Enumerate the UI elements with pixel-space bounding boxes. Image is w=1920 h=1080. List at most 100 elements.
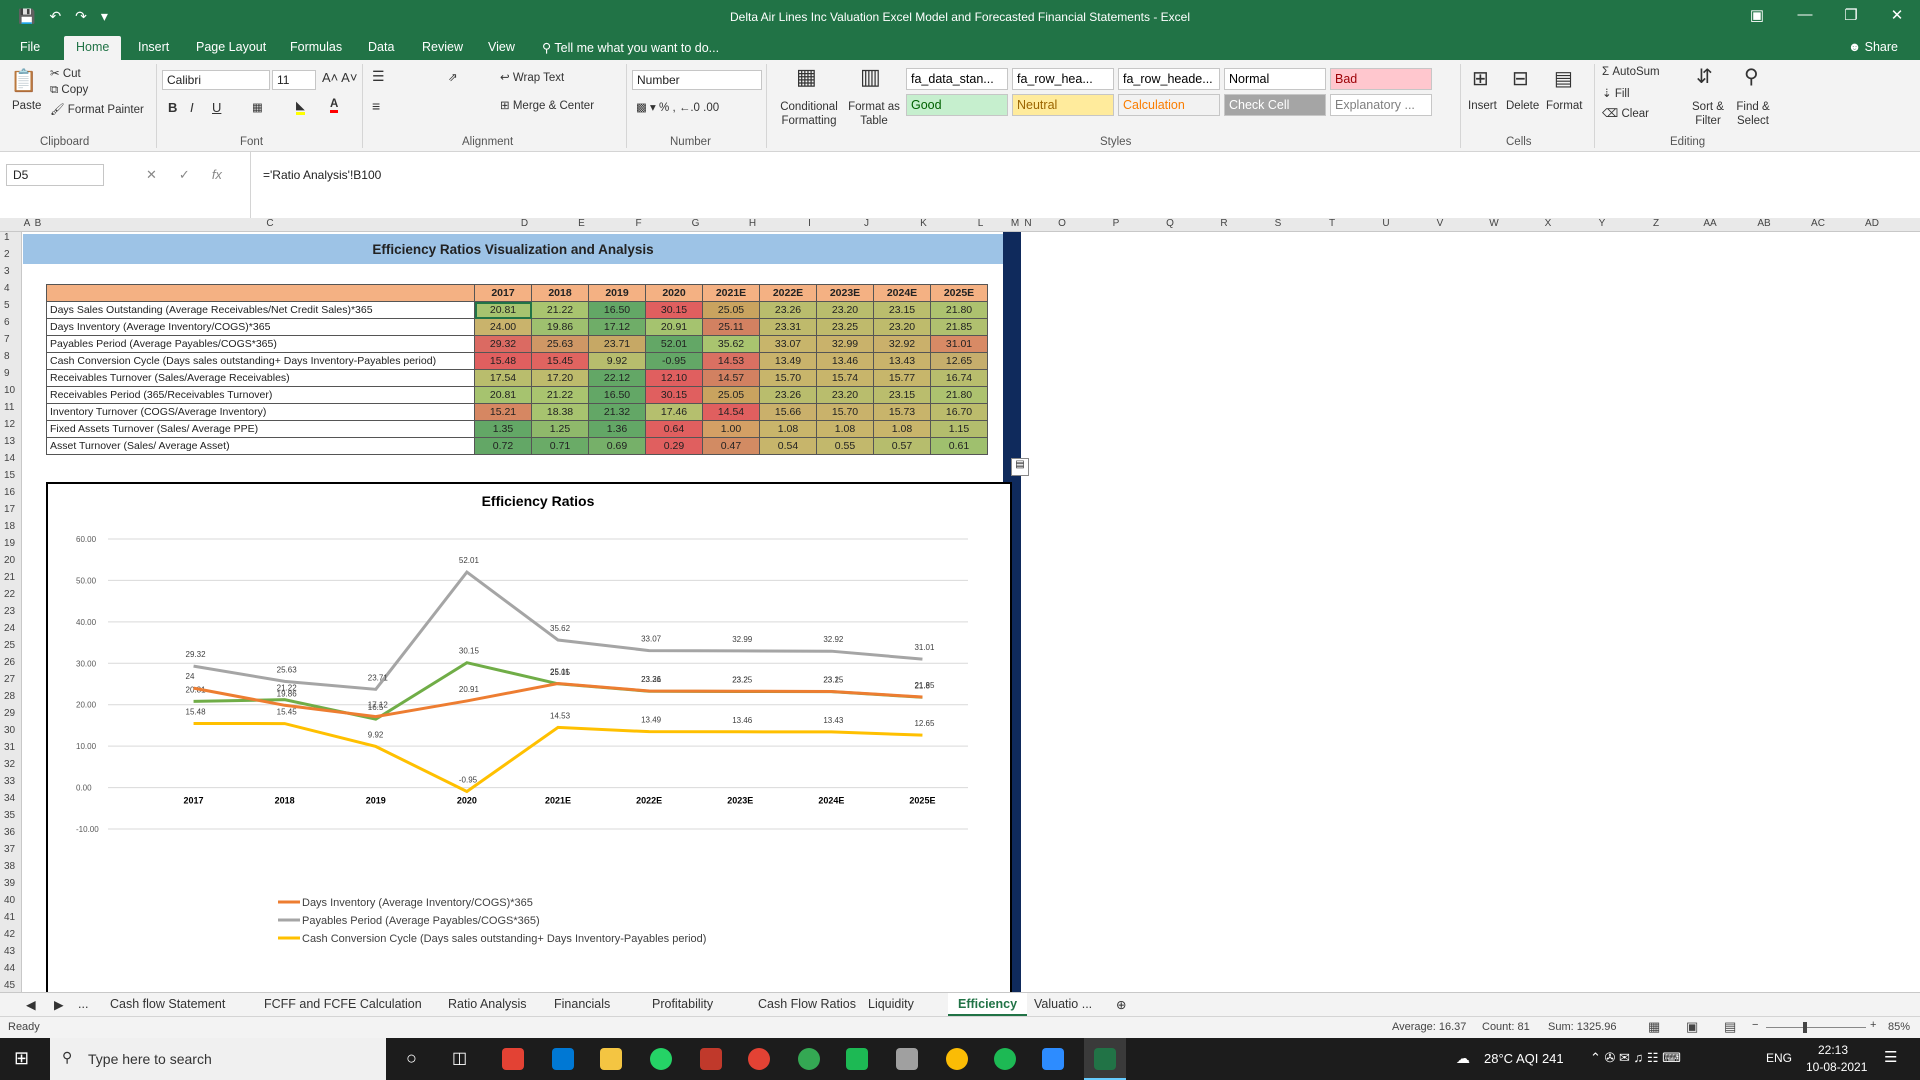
- row-header[interactable]: 27: [0, 674, 22, 685]
- row-header[interactable]: 7: [0, 334, 22, 345]
- font-name-select[interactable]: Calibri: [162, 70, 270, 90]
- row-header[interactable]: 29: [0, 708, 22, 719]
- year-header[interactable]: 2018: [531, 284, 589, 302]
- ratio-value-cell[interactable]: 23.15: [873, 386, 931, 404]
- ratio-value-cell[interactable]: 17.46: [645, 403, 703, 421]
- column-header[interactable]: C: [44, 218, 496, 229]
- row-header[interactable]: 17: [0, 504, 22, 515]
- next-sheet-icon[interactable]: ▶: [54, 997, 64, 1012]
- font-size-select[interactable]: 11: [272, 70, 316, 90]
- ratio-value-cell[interactable]: 30.15: [645, 301, 703, 319]
- ratio-value-cell[interactable]: 30.15: [645, 386, 703, 404]
- autosum-button[interactable]: Σ AutoSum: [1602, 66, 1660, 78]
- row-header[interactable]: 10: [0, 385, 22, 396]
- ratio-value-cell[interactable]: 16.50: [588, 386, 646, 404]
- formula-input[interactable]: ='Ratio Analysis'!B100: [250, 152, 1900, 220]
- accounting-format-icon[interactable]: ▩ ▾ % , ←.0 .00: [636, 100, 719, 114]
- ratio-value-cell[interactable]: 23.20: [873, 318, 931, 336]
- ratio-value-cell[interactable]: 13.46: [816, 352, 874, 370]
- column-header[interactable]: Y: [1575, 218, 1629, 229]
- format-painter-button[interactable]: 🖌 Format Painter: [50, 102, 144, 116]
- row-header[interactable]: 12: [0, 419, 22, 430]
- zoom-slider[interactable]: [1766, 1027, 1866, 1028]
- language-indicator[interactable]: ENG: [1766, 1051, 1792, 1065]
- column-header[interactable]: J: [838, 218, 895, 229]
- sheet-tab[interactable]: Cash Flow Ratios: [758, 997, 856, 1011]
- tab-review[interactable]: Review: [422, 40, 463, 54]
- chrome-icon[interactable]: [502, 1048, 524, 1070]
- row-header[interactable]: 16: [0, 487, 22, 498]
- row-header[interactable]: 43: [0, 946, 22, 957]
- ratio-value-cell[interactable]: 16.50: [588, 301, 646, 319]
- row-header[interactable]: 41: [0, 912, 22, 923]
- prev-sheet-icon[interactable]: ◀: [26, 997, 36, 1012]
- ratio-value-cell[interactable]: 1.08: [816, 420, 874, 438]
- windows-start-icon[interactable]: ⊞: [14, 1048, 29, 1069]
- sheet-tab[interactable]: Ratio Analysis: [448, 997, 527, 1011]
- ratio-value-cell[interactable]: 22.12: [588, 369, 646, 387]
- row-header[interactable]: 28: [0, 691, 22, 702]
- function-icon[interactable]: fx: [212, 167, 222, 183]
- ratio-value-cell[interactable]: 15.45: [531, 352, 589, 370]
- borders-icon[interactable]: ▦: [252, 100, 263, 114]
- sort-filter-icon[interactable]: ⇵: [1696, 64, 1713, 89]
- ratio-value-cell[interactable]: 15.70: [759, 369, 817, 387]
- tab-data[interactable]: Data: [368, 40, 394, 54]
- clock-date[interactable]: 10-08-2021: [1806, 1060, 1867, 1074]
- normal-view-icon[interactable]: ▦: [1648, 1019, 1660, 1035]
- year-header[interactable]: 2022E: [759, 284, 817, 302]
- column-header[interactable]: AB: [1737, 218, 1791, 229]
- zoom-out-icon[interactable]: −: [1752, 1019, 1758, 1031]
- column-header[interactable]: N: [1021, 218, 1035, 229]
- column-header[interactable]: D: [496, 218, 553, 229]
- ratio-value-cell[interactable]: 23.20: [816, 301, 874, 319]
- tab-page-layout[interactable]: Page Layout: [196, 40, 266, 54]
- find-icon[interactable]: ⚲: [1744, 64, 1759, 89]
- ratio-value-cell[interactable]: 1.25: [531, 420, 589, 438]
- ratio-value-cell[interactable]: 13.49: [759, 352, 817, 370]
- taskbar-search[interactable]: ⚲ Type here to search: [50, 1038, 386, 1080]
- row-header[interactable]: 11: [0, 402, 22, 413]
- row-header[interactable]: 2: [0, 249, 22, 260]
- cell-style-option[interactable]: Calculation: [1118, 94, 1220, 116]
- zoom-app-icon[interactable]: [1042, 1048, 1064, 1070]
- cell-style-option[interactable]: fa_row_heade...: [1118, 68, 1220, 90]
- format-cells-button[interactable]: Format: [1546, 100, 1582, 112]
- column-header[interactable]: G: [667, 218, 724, 229]
- column-header[interactable]: L: [952, 218, 1009, 229]
- ratio-value-cell[interactable]: 35.62: [702, 335, 760, 353]
- insert-cells-icon[interactable]: ⊞: [1472, 66, 1489, 91]
- restore-button[interactable]: ❐: [1836, 6, 1866, 24]
- underline-button[interactable]: U: [212, 100, 221, 115]
- zoom-level[interactable]: 85%: [1888, 1021, 1910, 1033]
- bold-button[interactable]: B: [168, 100, 177, 115]
- ratio-value-cell[interactable]: 0.61: [930, 437, 988, 455]
- ratio-value-cell[interactable]: 14.53: [702, 352, 760, 370]
- ratio-value-cell[interactable]: 14.54: [702, 403, 760, 421]
- mail-icon[interactable]: [552, 1048, 574, 1070]
- row-header[interactable]: 20: [0, 555, 22, 566]
- ratio-value-cell[interactable]: 15.73: [873, 403, 931, 421]
- ratio-value-cell[interactable]: 13.43: [873, 352, 931, 370]
- row-header[interactable]: 38: [0, 861, 22, 872]
- cell-style-option[interactable]: Good: [906, 94, 1008, 116]
- row-header[interactable]: 14: [0, 453, 22, 464]
- ratio-value-cell[interactable]: 17.12: [588, 318, 646, 336]
- ratio-value-cell[interactable]: 0.54: [759, 437, 817, 455]
- row-header[interactable]: 34: [0, 793, 22, 804]
- ratio-label[interactable]: Days Inventory (Average Inventory/COGS)*…: [46, 318, 475, 336]
- grow-font-icon[interactable]: A˄ A˅: [322, 70, 357, 85]
- conditional-formatting-button[interactable]: Conditional Formatting: [776, 100, 842, 128]
- italic-button[interactable]: I: [190, 100, 194, 115]
- ratio-value-cell[interactable]: 23.26: [759, 301, 817, 319]
- ratio-value-cell[interactable]: 20.81: [474, 386, 532, 404]
- ratio-label[interactable]: Asset Turnover (Sales/ Average Asset): [46, 437, 475, 455]
- fill-button[interactable]: ⇣ Fill: [1602, 86, 1630, 100]
- column-header[interactable]: X: [1521, 218, 1575, 229]
- sheet-tab[interactable]: Financials: [554, 997, 610, 1011]
- align-left-icon[interactable]: ≡: [372, 98, 380, 114]
- row-header[interactable]: 9: [0, 368, 22, 379]
- ratio-value-cell[interactable]: 33.07: [759, 335, 817, 353]
- chrome-profile2-icon[interactable]: [798, 1048, 820, 1070]
- cell-style-option[interactable]: Check Cell: [1224, 94, 1326, 116]
